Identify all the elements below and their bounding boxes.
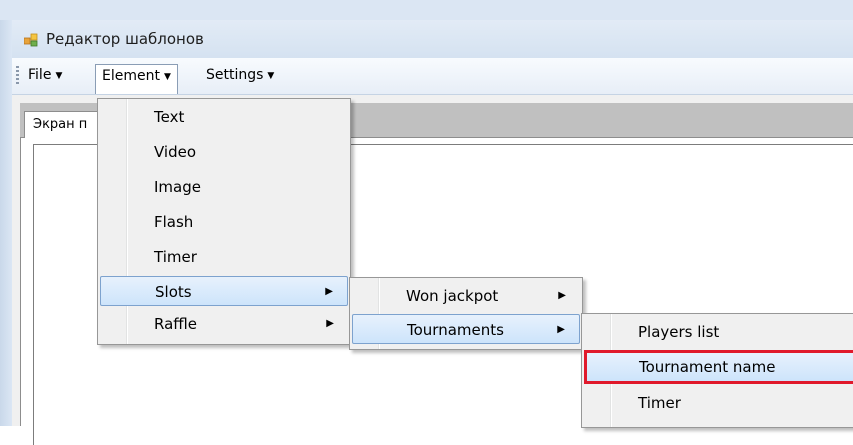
chevron-down-icon: ▼	[163, 72, 171, 82]
toolbar-grip[interactable]	[16, 66, 19, 86]
menu-item-label: Players list	[638, 323, 720, 341]
menu-item-slots[interactable]: Slots ▶	[100, 276, 348, 306]
menu-item-label: Flash	[154, 213, 194, 231]
submenu-arrow-icon: ▶	[326, 318, 334, 329]
chevron-down-icon: ▼	[55, 71, 63, 81]
submenu-arrow-icon: ▶	[558, 290, 566, 301]
menu-item-flash[interactable]: Flash	[100, 207, 348, 237]
app-window-icon	[24, 33, 38, 47]
submenu-arrow-icon: ▶	[557, 324, 565, 335]
menu-item-label: Slots	[155, 283, 192, 301]
menu-item-text[interactable]: Text	[100, 102, 348, 132]
tab-label: Экран п	[33, 117, 88, 132]
menu-item-label: Tournaments	[407, 321, 504, 339]
menu-item-label: Text	[154, 108, 185, 126]
menu-item-image[interactable]: Image	[100, 172, 348, 202]
window-title: Редактор шаблонов	[46, 30, 204, 48]
menu-item-timer[interactable]: Timer	[100, 242, 348, 272]
submenu-arrow-icon: ▶	[325, 286, 333, 297]
menu-settings-label: Settings	[206, 67, 264, 83]
slots-submenu: Won jackpot ▶ Tournaments ▶	[349, 277, 583, 350]
menu-item-label: Image	[154, 178, 201, 196]
menu-item-raffle[interactable]: Raffle ▶	[100, 309, 348, 339]
menu-item-label: Video	[154, 143, 197, 161]
menu-item-label: Tournament name	[639, 358, 776, 376]
menu-file-label: File	[28, 67, 52, 83]
menu-item-label: Won jackpot	[406, 287, 499, 305]
window-frame	[0, 20, 12, 426]
menu-item-won-jackpot[interactable]: Won jackpot ▶	[352, 281, 580, 311]
menu-item-players-list[interactable]: Players list	[584, 317, 853, 347]
menu-bar: File ▼ Element ▼ Settings ▼	[12, 58, 853, 95]
menu-element[interactable]: Element ▼	[95, 64, 178, 94]
menu-item-label: Timer	[154, 248, 197, 266]
chevron-down-icon: ▼	[267, 71, 275, 81]
menu-item-video[interactable]: Video	[100, 137, 348, 167]
menu-settings[interactable]: Settings ▼	[200, 64, 280, 87]
menu-item-tournament-name[interactable]: Tournament name	[584, 350, 853, 384]
menu-item-label: Raffle	[154, 315, 198, 333]
tournaments-submenu: Players list Tournament name Timer	[581, 313, 853, 428]
menu-item-tournaments[interactable]: Tournaments ▶	[352, 314, 580, 344]
element-dropdown: Text Video Image Flash Timer Slots ▶ Raff…	[97, 98, 351, 345]
menu-item-label: Timer	[638, 394, 681, 412]
menu-element-label: Element	[102, 68, 160, 84]
menu-file[interactable]: File ▼	[22, 64, 68, 87]
title-bar[interactable]: Редактор шаблонов	[12, 20, 853, 58]
menu-item-timer-tournament[interactable]: Timer	[584, 388, 853, 418]
